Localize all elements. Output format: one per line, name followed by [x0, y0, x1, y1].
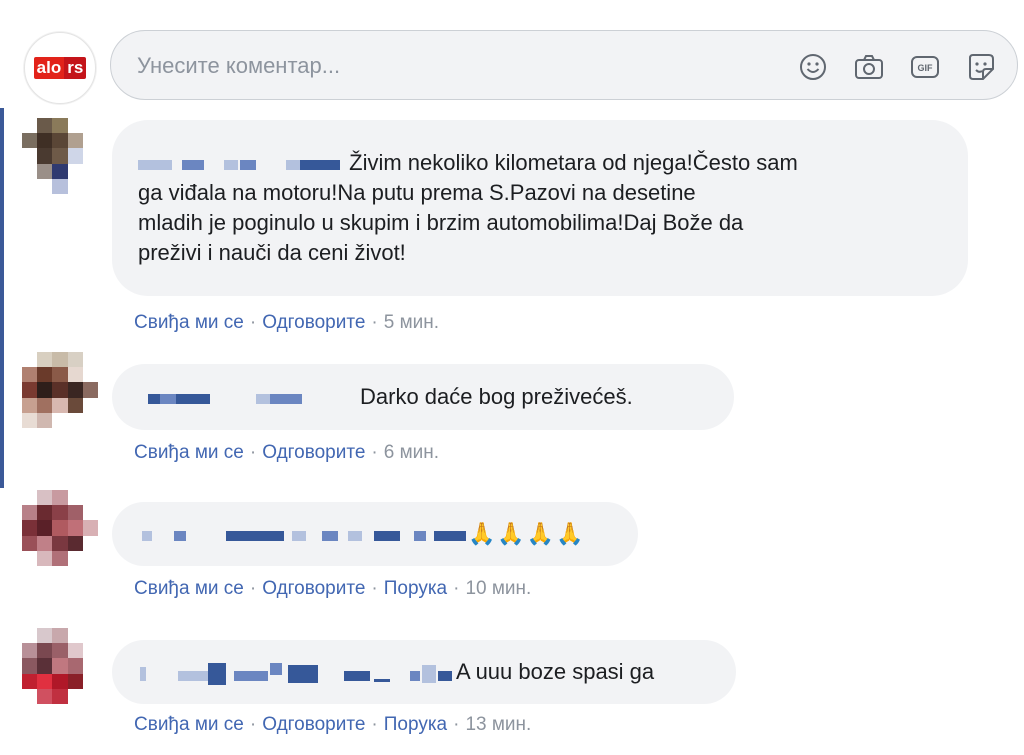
comment-input[interactable]: Унесите коментар... GIF	[110, 30, 1018, 100]
commenter-name-blurred[interactable]	[138, 388, 348, 408]
comment-bubble: Živim nekoliko kilometara od njega!Često…	[112, 120, 968, 296]
comment-text: preživi i nauči da ceni život!	[138, 240, 406, 265]
reply-link[interactable]: Одговорите	[262, 578, 365, 599]
commenter-name-blurred[interactable]	[138, 525, 468, 545]
gif-icon[interactable]: GIF	[907, 49, 943, 85]
svg-text:GIF: GIF	[918, 63, 934, 73]
comment-timestamp[interactable]: 13 мин.	[465, 714, 531, 735]
comment-text: Živim nekoliko kilometara od njega!Često…	[349, 150, 798, 175]
like-link[interactable]: Свиђа ми се	[134, 578, 244, 599]
comment-timestamp[interactable]: 5 мин.	[384, 312, 439, 333]
avatar[interactable]	[22, 352, 98, 428]
sticker-icon[interactable]	[963, 49, 999, 85]
reply-link[interactable]: Одговорите	[262, 312, 365, 333]
alo-rs-logo: alo rs	[33, 57, 87, 79]
like-link[interactable]: Свиђа ми се	[134, 312, 244, 333]
like-link[interactable]: Свиђа ми се	[134, 442, 244, 463]
comment-text: ga viđala na motoru!Na putu prema S.Pazo…	[138, 180, 696, 205]
like-link[interactable]: Свиђа ми се	[134, 714, 244, 735]
prayer-emoji-text: 🙏🙏🙏🙏	[468, 521, 586, 546]
comment-actions: Свиђа ми се · Одговорите · 6 мин.	[134, 442, 440, 463]
avatar[interactable]	[22, 118, 98, 194]
camera-icon[interactable]	[851, 49, 887, 85]
commenter-name-blurred[interactable]	[138, 661, 456, 686]
comment-timestamp[interactable]: 6 мин.	[384, 442, 439, 463]
comment-composer: alo rs Унесите коментар... GIF	[22, 28, 1018, 104]
comment-text: mladih je poginulo u skupim i brzim auto…	[138, 210, 744, 235]
comment-text: Darko daće bog preživećeš.	[360, 384, 633, 409]
avatar[interactable]	[22, 628, 98, 704]
comment-actions: Свиђа ми се · Одговорите · 5 мин.	[134, 312, 440, 333]
comment-input-placeholder: Унесите коментар...	[137, 53, 341, 78]
avatar[interactable]	[22, 490, 98, 566]
comment-timestamp[interactable]: 10 мин.	[465, 578, 531, 599]
page-avatar: alo rs	[24, 32, 96, 104]
commenter-name-blurred[interactable]	[138, 154, 343, 174]
comment-text: A uuu boze spasi ga	[456, 659, 655, 684]
message-link[interactable]: Порука	[384, 578, 447, 599]
comment-bubble: 🙏🙏🙏🙏	[112, 502, 638, 566]
thread-indicator-bar	[0, 108, 4, 488]
comment-bubble: A uuu boze spasi ga	[112, 640, 736, 704]
comment-bubble: Darko daće bog preživećeš.	[112, 364, 734, 430]
comment-actions: Свиђа ми се · Одговорите · Порука · 13 мин.	[134, 714, 532, 735]
comment-actions: Свиђа ми се · Одговорите · Порука · 10 мин.	[134, 578, 532, 599]
message-link[interactable]: Порука	[384, 714, 447, 735]
reply-link[interactable]: Одговорите	[262, 442, 365, 463]
reply-link[interactable]: Одговорите	[262, 714, 365, 735]
emoji-icon[interactable]	[795, 49, 831, 85]
